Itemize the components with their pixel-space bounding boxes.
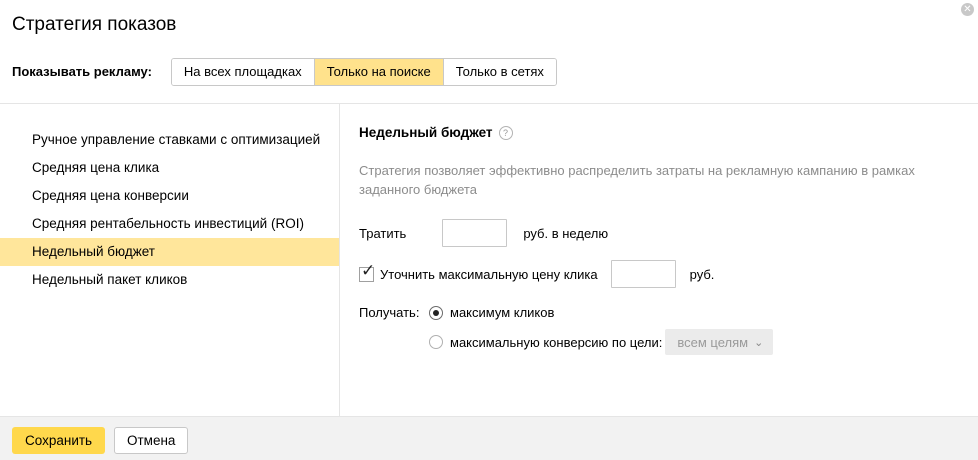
radio-button[interactable] — [429, 335, 443, 349]
panel-title-wrap: Недельный бюджет? — [359, 125, 513, 140]
placement-option-all[interactable]: На всех площадках — [171, 58, 315, 85]
max-price-input[interactable] — [610, 260, 676, 288]
strategy-list: Ручное управление ставками с оптимизацие… — [0, 126, 339, 294]
show-ads-label: Показывать рекламу: — [12, 64, 152, 79]
chevron-down-icon: ⌄ — [754, 336, 764, 349]
radio-max-clicks-label: максимум кликов — [450, 305, 555, 320]
strategy-item-avg-cpc[interactable]: Средняя цена клика — [0, 154, 339, 182]
spend-unit: руб. в неделю — [523, 225, 609, 241]
strategy-item-avg-cpa[interactable]: Средняя цена конверсии — [0, 182, 339, 210]
receive-label: Получать: — [359, 305, 420, 320]
cancel-button[interactable]: Отмена — [114, 427, 189, 454]
dialog-footer: Сохранить Отмена — [0, 416, 978, 460]
strategy-item-weekly-clicks[interactable]: Недельный пакет кликов — [0, 266, 339, 294]
save-button[interactable]: Сохранить — [12, 427, 106, 454]
header-divider — [0, 103, 978, 104]
panel-title: Недельный бюджет — [359, 125, 493, 140]
radio-max-conversion-label: максимальную конверсию по цели: — [450, 334, 663, 350]
placement-option-search[interactable]: Только на поиске — [314, 58, 444, 85]
spend-label: Тратить — [359, 225, 407, 241]
goal-select-value: всем целям — [677, 334, 749, 350]
strategy-item-roi[interactable]: Средняя рентабельность инвестиций (ROI) — [0, 210, 339, 238]
radio-max-conversion[interactable]: максимальную конверсию по цели: всем цел… — [429, 329, 774, 355]
strategy-item-manual[interactable]: Ручное управление ставками с оптимизацие… — [0, 126, 339, 154]
panel-divider — [339, 104, 340, 416]
max-price-checkbox[interactable]: ✓ — [359, 262, 375, 282]
placement-option-networks[interactable]: Только в сетях — [443, 58, 556, 85]
checkmark-icon: ✓ — [361, 260, 376, 280]
dialog-title: Стратегия показов — [12, 14, 177, 35]
show-ads-row: Показывать рекламу: На всех площадках То… — [12, 57, 557, 86]
radio-button-checked[interactable] — [429, 305, 443, 320]
max-price-unit: руб. — [689, 266, 715, 282]
spend-row: Тратить руб. в неделю — [359, 219, 608, 247]
goal-select[interactable]: всем целям ⌄ — [665, 329, 774, 355]
close-icon[interactable]: ✕ — [961, 3, 974, 16]
strategy-item-weekly-budget[interactable]: Недельный бюджет — [0, 238, 339, 266]
placement-segmented-control: На всех площадках Только на поиске Тольк… — [170, 57, 557, 86]
weekly-budget-input[interactable] — [442, 219, 508, 247]
radio-max-clicks[interactable]: максимум кликов — [429, 305, 554, 320]
max-price-row: ✓ Уточнить максимальную цену клика руб. — [359, 260, 714, 288]
max-price-label: Уточнить максимальную цену клика — [380, 266, 598, 282]
question-icon[interactable]: ? — [498, 126, 513, 140]
panel-description: Стратегия позволяет эффективно распредел… — [359, 163, 915, 197]
